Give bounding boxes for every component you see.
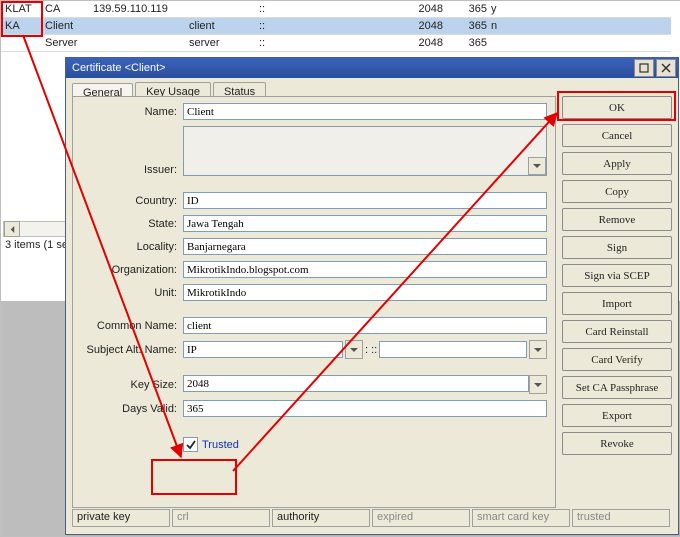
remove-button[interactable]: Remove bbox=[562, 208, 672, 231]
cell-common-name: server bbox=[189, 37, 259, 49]
status-private-key: private key bbox=[72, 509, 170, 527]
cell-days: 365 bbox=[447, 37, 491, 49]
unit-input[interactable] bbox=[183, 284, 547, 301]
status-expired: expired bbox=[372, 509, 470, 527]
export-button[interactable]: Export bbox=[562, 404, 672, 427]
organization-input[interactable] bbox=[183, 261, 547, 278]
cell-tail: n bbox=[491, 20, 511, 32]
san-separator: : :: bbox=[365, 344, 377, 356]
trusted-label: Trusted bbox=[202, 439, 239, 451]
san-type-select[interactable] bbox=[183, 341, 343, 358]
key-size-select[interactable] bbox=[183, 375, 529, 392]
state-input[interactable] bbox=[183, 215, 547, 232]
cell-name: CA bbox=[45, 3, 93, 15]
status-authority: authority bbox=[272, 509, 370, 527]
cell-san: :: bbox=[259, 20, 343, 32]
certificate-dialog: Certificate <Client> General Key Usage S… bbox=[65, 57, 679, 535]
key-size-dropdown-button[interactable] bbox=[529, 375, 547, 394]
table-row[interactable]: KLAT CA 139.59.110.119 :: 2048 365 y bbox=[1, 1, 671, 18]
table-row[interactable]: Server server :: 2048 365 bbox=[1, 35, 671, 52]
cancel-button[interactable]: Cancel bbox=[562, 124, 672, 147]
cell-san: :: bbox=[259, 3, 343, 15]
cell-flags: KLAT bbox=[1, 3, 45, 15]
issuer-box[interactable] bbox=[183, 126, 547, 176]
organization-label: Organization: bbox=[81, 264, 183, 276]
apply-button[interactable]: Apply bbox=[562, 152, 672, 175]
general-tab-panel: Name: Issuer: Country: State: bbox=[72, 96, 556, 508]
dialog-titlebar[interactable]: Certificate <Client> bbox=[66, 58, 678, 78]
card-verify-button[interactable]: Card Verify bbox=[562, 348, 672, 371]
name-input[interactable] bbox=[183, 103, 547, 120]
name-label: Name: bbox=[81, 106, 183, 118]
days-valid-input[interactable] bbox=[183, 400, 547, 417]
close-button[interactable] bbox=[656, 59, 676, 77]
dialog-statusbar: private key crl authority expired smart … bbox=[72, 509, 672, 527]
sign-via-scep-button[interactable]: Sign via SCEP bbox=[562, 264, 672, 287]
cell-key-size: 2048 bbox=[393, 37, 447, 49]
unit-label: Unit: bbox=[81, 287, 183, 299]
cell-days: 365 bbox=[447, 3, 491, 15]
sign-button[interactable]: Sign bbox=[562, 236, 672, 259]
common-name-label: Common Name: bbox=[81, 320, 183, 332]
items-count-status: 3 items (1 se bbox=[3, 237, 70, 253]
scroll-left-button[interactable] bbox=[4, 221, 20, 237]
state-label: State: bbox=[81, 218, 183, 230]
san-type-dropdown-button[interactable] bbox=[345, 340, 363, 359]
status-crl: crl bbox=[172, 509, 270, 527]
key-size-label: Key Size: bbox=[81, 379, 183, 391]
country-label: Country: bbox=[81, 195, 183, 207]
status-smartcard: smart card key bbox=[472, 509, 570, 527]
copy-button[interactable]: Copy bbox=[562, 180, 672, 203]
san-value-input[interactable] bbox=[379, 341, 527, 358]
cell-days: 365 bbox=[447, 20, 491, 32]
cell-san: :: bbox=[259, 37, 343, 49]
cell-issuer: 139.59.110.119 bbox=[93, 3, 189, 15]
set-ca-passphrase-button[interactable]: Set CA Passphrase bbox=[562, 376, 672, 399]
dialog-button-column: OK Cancel Apply Copy Remove Sign Sign vi… bbox=[562, 96, 672, 455]
trusted-checkbox[interactable] bbox=[183, 437, 198, 452]
locality-label: Locality: bbox=[81, 241, 183, 253]
table-row[interactable]: KA Client client :: 2048 365 n bbox=[1, 18, 671, 35]
import-button[interactable]: Import bbox=[562, 292, 672, 315]
cell-name: Client bbox=[45, 20, 93, 32]
cell-tail: y bbox=[491, 3, 511, 15]
cell-common-name: client bbox=[189, 20, 259, 32]
revoke-button[interactable]: Revoke bbox=[562, 432, 672, 455]
san-add-button[interactable] bbox=[529, 340, 547, 359]
issuer-label: Issuer: bbox=[81, 164, 183, 176]
locality-input[interactable] bbox=[183, 238, 547, 255]
cell-key-size: 2048 bbox=[393, 20, 447, 32]
issuer-dropdown-button[interactable] bbox=[528, 157, 546, 175]
dialog-title: Certificate <Client> bbox=[72, 62, 632, 74]
card-reinstall-button[interactable]: Card Reinstall bbox=[562, 320, 672, 343]
country-input[interactable] bbox=[183, 192, 547, 209]
cell-name: Server bbox=[45, 37, 93, 49]
certificate-list-table: KLAT CA 139.59.110.119 :: 2048 365 y KA … bbox=[1, 1, 671, 52]
cell-flags: KA bbox=[1, 20, 45, 32]
cell-key-size: 2048 bbox=[393, 3, 447, 15]
ok-button[interactable]: OK bbox=[562, 96, 672, 119]
common-name-input[interactable] bbox=[183, 317, 547, 334]
san-label: Subject Alt. Name: bbox=[81, 344, 183, 356]
days-valid-label: Days Valid: bbox=[81, 403, 183, 415]
status-trusted: trusted bbox=[572, 509, 670, 527]
minimize-button[interactable] bbox=[634, 59, 654, 77]
